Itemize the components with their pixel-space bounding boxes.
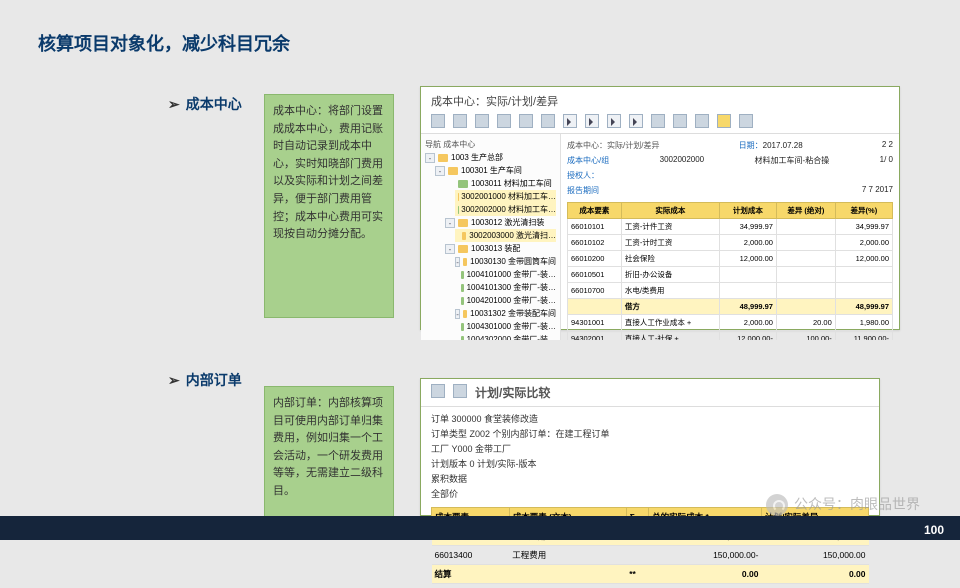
tree-node[interactable]: -1003013 装配 xyxy=(445,242,556,255)
tree-node[interactable]: 3002003000 激光清扫… xyxy=(455,229,556,242)
tree-node[interactable]: 1004301000 金带厂-装… xyxy=(455,320,556,333)
info-row: 订单 300000 食堂装修改造 xyxy=(431,411,869,426)
tree-node[interactable]: -1003012 激光清扫装 xyxy=(445,216,556,229)
tree-node[interactable]: -10030130 金带圆筒车间 xyxy=(455,255,556,268)
tree-node[interactable]: 1004101300 金带厂-装… xyxy=(455,281,556,294)
info-row: 计划版本 0 计划/实际-版本 xyxy=(431,456,869,471)
page-title: 核算项目对象化，减少科目冗余 xyxy=(38,30,290,56)
nav-first-icon[interactable] xyxy=(563,114,577,128)
info-row: 累积数据 xyxy=(431,471,869,486)
cost-center-tree[interactable]: 导航 成本中心-1003 生产总部-100301 生产车间1003011 材料加… xyxy=(421,134,561,340)
toolbar-icon[interactable] xyxy=(673,114,687,128)
report-detail: 成本中心：实际/计划/差异日期：2017.07.282 2 成本中心/组3002… xyxy=(561,134,899,340)
cost-table: 成本要素实际成本计划成本差异 (绝对)差异(%)66010101工资-计件工资3… xyxy=(567,202,893,340)
date-label: 日期： xyxy=(739,141,763,150)
toolbar-icon[interactable] xyxy=(651,114,665,128)
triangle-icon: ➢ xyxy=(168,372,180,389)
nav-last-icon[interactable] xyxy=(629,114,643,128)
section-1-desc: 成本中心：将部门设置成成本中心，费用记账时自动记录到成本中心，实时知晓部门费用以… xyxy=(264,94,394,318)
tree-node[interactable]: 1003011 材料加工车间 xyxy=(445,177,556,190)
toolbar-icon[interactable] xyxy=(453,384,467,398)
tree-node[interactable]: -10031302 金带装配车间 xyxy=(455,307,556,320)
wechat-icon xyxy=(766,494,788,516)
section-2-desc: 内部订单：内部核算项目可使用内部订单归集费用，例如归集一个工会活动，一个研发费用… xyxy=(264,386,394,518)
toolbar-icon[interactable] xyxy=(497,114,511,128)
toolbar-icon[interactable] xyxy=(431,384,445,398)
toolbar xyxy=(421,109,899,134)
toolbar-icon[interactable] xyxy=(475,114,489,128)
info-row: 工厂 Y000 金带工厂 xyxy=(431,441,869,456)
toolbar-icon[interactable] xyxy=(453,114,467,128)
toolbar-icon[interactable] xyxy=(431,114,445,128)
tree-node[interactable]: 3002001000 材料加工车… xyxy=(455,190,556,203)
tree-node[interactable]: 1004302000 金带厂-装… xyxy=(455,333,556,340)
watermark: 公众号：肉眼品世界 xyxy=(766,494,920,516)
triangle-icon: ➢ xyxy=(168,96,180,113)
tree-node[interactable]: 1004101000 金带厂-装… xyxy=(455,268,556,281)
toolbar-icon[interactable] xyxy=(541,114,555,128)
toolbar-icon[interactable] xyxy=(519,114,533,128)
toolbar-icon[interactable] xyxy=(739,114,753,128)
section-1-label: ➢成本中心 xyxy=(168,94,242,114)
toolbar: 计划/实际比较 xyxy=(421,379,879,407)
tree-node[interactable]: 1004201000 金带厂-装… xyxy=(455,294,556,307)
footer-bar: 100 xyxy=(0,516,960,540)
section-2-label: ➢内部订单 xyxy=(168,370,242,390)
tree-node[interactable]: -1003 生产总部 xyxy=(425,151,556,164)
page-number: 100 xyxy=(924,523,944,537)
toolbar-icon[interactable] xyxy=(717,114,731,128)
cost-center-report: 成本中心：实际/计划/差异 导航 成本中心-1003 生产总部-100301 生… xyxy=(420,86,900,330)
header-label: 成本中心：实际/计划/差异 xyxy=(567,140,659,151)
tree-node[interactable]: 3002002000 材料加工车… xyxy=(455,203,556,216)
report-title: 成本中心：实际/计划/差异 xyxy=(421,87,899,109)
cc-label[interactable]: 成本中心/组 xyxy=(567,155,609,166)
nav-prev-icon[interactable] xyxy=(585,114,599,128)
tree-node[interactable]: -100301 生产车间 xyxy=(435,164,556,177)
info-row: 订单类型 Z002 个别内部订单：在建工程订单 xyxy=(431,426,869,441)
toolbar-icon[interactable] xyxy=(695,114,709,128)
nav-next-icon[interactable] xyxy=(607,114,621,128)
report-title: 计划/实际比较 xyxy=(475,384,550,401)
